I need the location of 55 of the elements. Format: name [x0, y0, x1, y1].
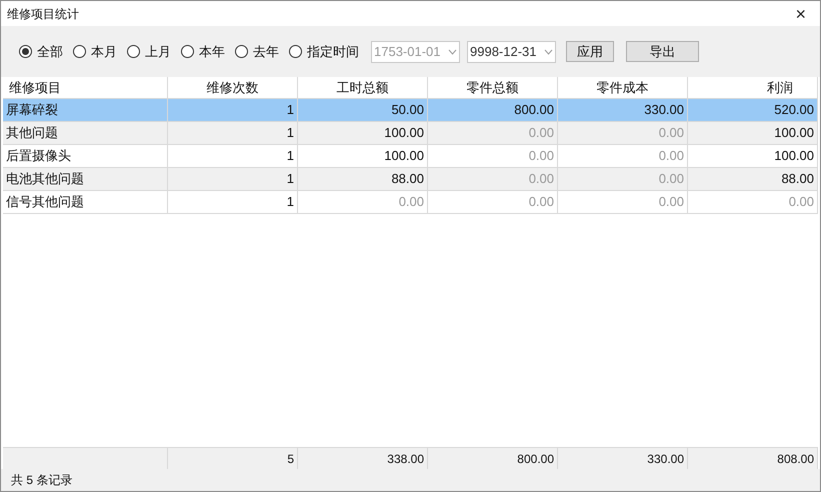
radio-button[interactable]	[19, 45, 32, 58]
table-cell: 88.00	[298, 168, 428, 190]
date-field[interactable]: 9998-12-31	[467, 40, 556, 62]
table-cell: 100.00	[298, 122, 428, 144]
table-row[interactable]: 屏幕碎裂 1 50.00 800.00 330.00 520.00	[3, 99, 818, 122]
table-cell: 0.00	[428, 191, 558, 213]
radio-label[interactable]: 上月	[145, 42, 171, 62]
table-row[interactable]: 电池其他问题 1 88.00 0.00 0.00 88.00	[3, 168, 818, 191]
table-cell: 50.00	[298, 99, 428, 121]
table-cell: 1	[168, 145, 298, 167]
window-title: 维修项目统计	[7, 6, 79, 22]
table-cell: 520.00	[688, 99, 818, 121]
export-button[interactable]: 导出	[626, 41, 699, 62]
radio-label[interactable]: 指定时间	[307, 42, 359, 62]
apply-button[interactable]: 应用	[566, 41, 614, 62]
table-cell: 1	[168, 168, 298, 190]
radio-label[interactable]: 本月	[91, 42, 117, 62]
radio-button[interactable]	[127, 45, 140, 58]
table-cell: 屏幕碎裂	[3, 99, 168, 121]
chevron-down-icon	[544, 48, 553, 54]
table-cell: 0.00	[428, 145, 558, 167]
table-row[interactable]: 信号其他问题 1 0.00 0.00 0.00 0.00	[3, 191, 818, 214]
table-cell: 0.00	[558, 145, 688, 167]
table-cell: 0.00	[558, 191, 688, 213]
radio-label[interactable]: 去年	[253, 42, 279, 62]
table-cell: 330.00	[558, 99, 688, 121]
radio-button[interactable]	[73, 45, 86, 58]
table-cell: 800.00	[428, 99, 558, 121]
table-cell: 0.00	[298, 191, 428, 213]
table-cell: 其他问题	[3, 122, 168, 144]
table-cell: 100.00	[688, 145, 818, 167]
close-button[interactable]: ×	[791, 4, 810, 22]
table-cell: 电池其他问题	[3, 168, 168, 190]
table-row[interactable]: 后置摄像头 1 100.00 0.00 0.00 100.00	[3, 145, 818, 168]
table-cell: 后置摄像头	[3, 145, 168, 167]
table-cell: 0.00	[558, 168, 688, 190]
table-cell: 100.00	[688, 122, 818, 144]
record-count: 共 5 条记录	[11, 472, 72, 489]
table-cell: 100.00	[298, 145, 428, 167]
table-cell: 0.00	[428, 168, 558, 190]
table-cell: 1	[168, 191, 298, 213]
table-cell: 0.00	[428, 122, 558, 144]
radio-label[interactable]: 全部	[37, 42, 63, 62]
table-row[interactable]: 其他问题 1 100.00 0.00 0.00 100.00	[3, 122, 818, 145]
table-cell: 1	[168, 122, 298, 144]
table-cell: 0.00	[558, 122, 688, 144]
table-cell: 0.00	[688, 191, 818, 213]
radio-label[interactable]: 本年	[199, 42, 225, 62]
radio-button[interactable]	[235, 45, 248, 58]
table-cell: 88.00	[688, 168, 818, 190]
chevron-down-icon	[448, 48, 457, 54]
radio-button[interactable]	[181, 45, 194, 58]
radio-button[interactable]	[289, 45, 302, 58]
table-cell: 信号其他问题	[3, 191, 168, 213]
table-cell: 1	[168, 99, 298, 121]
